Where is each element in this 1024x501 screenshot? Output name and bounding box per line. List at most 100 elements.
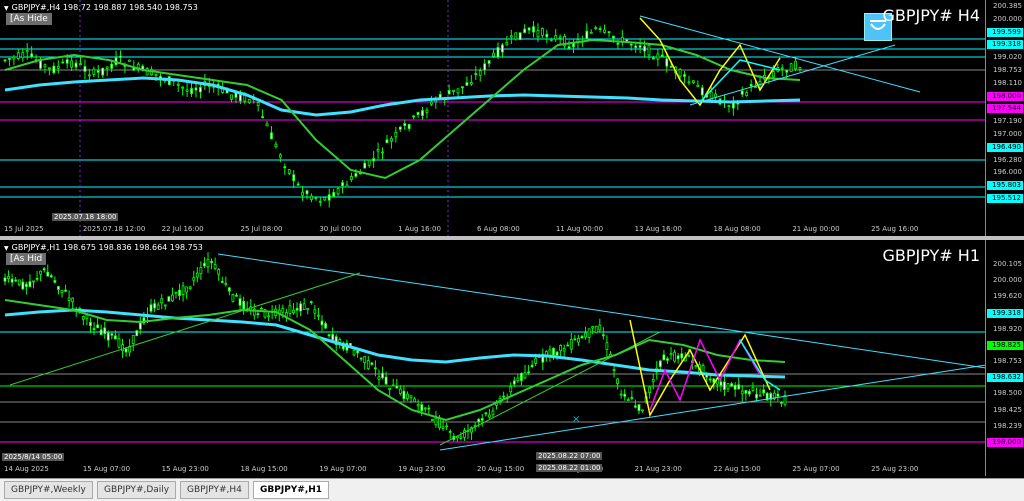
candle-body <box>203 263 206 267</box>
candle-body <box>117 338 121 348</box>
candle-body <box>434 417 438 426</box>
price-label: 198.000 <box>987 438 1023 447</box>
candle-body <box>673 351 676 362</box>
h4-as-hide-button[interactable]: [As Hide <box>6 13 52 25</box>
time-label: 15 Aug 07:00 <box>82 465 131 473</box>
candle-body <box>478 70 482 76</box>
candle-body <box>638 45 642 48</box>
candle-body <box>39 270 43 275</box>
candle-body <box>549 39 553 41</box>
candle-body <box>247 99 251 104</box>
time-label: 25 Jul 08:00 <box>240 225 283 233</box>
candle-body <box>283 166 287 169</box>
h4-price-chart[interactable] <box>0 0 986 236</box>
candle-body <box>619 393 623 396</box>
candle-body <box>356 350 360 354</box>
chart-tab[interactable]: GBPJPY#,Daily <box>97 481 177 499</box>
h1-as-hide-button[interactable]: [As Hid <box>6 253 47 265</box>
h1-price-axis[interactable]: 200.105 200.000 199.620 199.318 198.920 198.8… <box>985 240 1024 476</box>
candle-body <box>745 92 749 96</box>
candle-body <box>662 354 666 361</box>
candle-body <box>469 81 473 85</box>
candle-body <box>261 116 264 119</box>
time-label: 21 Aug 00:00 <box>792 225 840 233</box>
candle-body <box>188 286 192 289</box>
candle-body <box>363 162 367 169</box>
candle-body <box>385 139 389 144</box>
cross-marker-icon: × <box>572 414 580 425</box>
candle-body <box>623 393 627 397</box>
h4-chart-pane[interactable]: ▼ GBPJPY#,H4 198.72 198.887 198.540 198.7… <box>0 0 1024 236</box>
candle-body <box>658 360 662 367</box>
crosshair-time-box: 2025.08.22 01:00 <box>536 464 603 472</box>
candle-body <box>562 348 566 352</box>
h1-symbol-header: ▼ GBPJPY#,H1 198.675 198.836 198.664 198.… <box>4 243 203 252</box>
candle-body <box>284 312 288 317</box>
h1-chart-title: GBPJPY# H1 <box>882 246 980 265</box>
candle-body <box>758 394 762 397</box>
candle-body <box>181 86 185 89</box>
chart-tab[interactable]: GBPJPY#,H1 <box>253 481 330 499</box>
price-label: 200.000 <box>993 14 1022 23</box>
trendline <box>689 44 896 106</box>
candle-body <box>101 67 105 76</box>
candle-body <box>567 46 571 49</box>
candle-body <box>381 372 384 379</box>
price-label: 195.803 <box>987 181 1023 191</box>
h1-price-chart[interactable]: × <box>0 240 986 476</box>
candle-body <box>28 281 32 287</box>
price-label: 198.000 <box>987 91 1023 101</box>
candle-body <box>501 44 504 53</box>
candle-body <box>331 333 335 341</box>
candle-body <box>666 358 669 361</box>
candle-body <box>70 60 74 68</box>
candle-body <box>124 348 128 353</box>
candle-body <box>238 298 242 306</box>
candle-body <box>558 36 562 39</box>
candle-body <box>726 383 730 390</box>
candle-body <box>185 286 189 293</box>
candle-body <box>740 390 744 395</box>
price-label: 196.490 <box>987 142 1023 152</box>
h4-price-axis[interactable]: 200.385 200.000 199.599 199.318 199.020 198.7… <box>985 0 1024 236</box>
candle-body <box>794 60 797 70</box>
candle-body <box>587 328 591 338</box>
candle-body <box>751 387 755 391</box>
candle-body <box>324 323 327 329</box>
candle-body <box>585 30 589 40</box>
candle-body <box>520 372 523 381</box>
candle-body <box>403 123 407 127</box>
candle-body <box>374 367 377 370</box>
time-label: 25 Aug 16:00 <box>871 225 919 233</box>
candle-body <box>213 264 217 269</box>
candle-body <box>103 327 107 335</box>
candle-body <box>53 280 57 283</box>
candle-body <box>687 355 691 357</box>
candle-body <box>359 357 363 360</box>
candle-body <box>429 101 433 105</box>
candle-body <box>730 383 733 387</box>
chart-tab[interactable]: GBPJPY#,Weekly <box>4 481 93 499</box>
candle-body <box>314 197 318 199</box>
candle-body <box>12 56 16 60</box>
time-label: 21 Aug 23:00 <box>634 465 682 473</box>
candle-body <box>288 305 292 314</box>
candle-body <box>67 297 71 301</box>
candle-body <box>114 335 117 340</box>
h1-chart-pane[interactable]: × ▼ GBPJPY#,H1 198.675 198.836 198.664 19… <box>0 240 1024 476</box>
triangle-icon: ▼ <box>4 5 9 12</box>
candle-body <box>780 67 784 70</box>
candle-body <box>530 364 534 368</box>
candle-body <box>594 325 598 334</box>
candle-body <box>210 260 213 264</box>
candle-body <box>121 344 124 352</box>
candle-body <box>83 66 87 72</box>
candle-body <box>771 71 775 78</box>
chart-tab[interactable]: GBPJPY#,H4 <box>180 481 249 499</box>
candle-body <box>92 328 96 330</box>
candle-body <box>310 195 313 200</box>
candle-body <box>341 182 344 187</box>
price-label: 195.512 <box>987 194 1023 203</box>
candle-body <box>299 303 303 312</box>
candle-body <box>740 90 744 95</box>
